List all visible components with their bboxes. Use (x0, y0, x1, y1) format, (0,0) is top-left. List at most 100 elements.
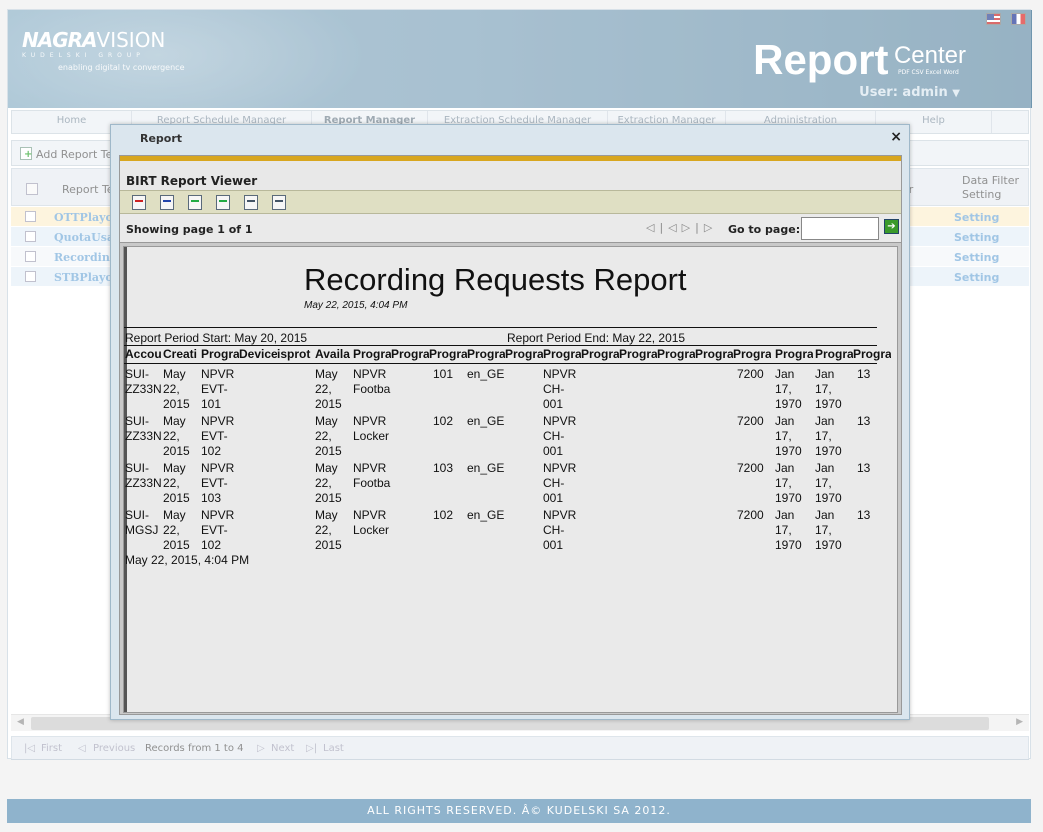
report-cell: NPVR Footba (353, 367, 391, 396)
report-column-header: Progra (467, 347, 505, 361)
report-cell: May 22, 2015 (163, 367, 190, 411)
report-dialog: Report × BIRT Report Viewer Showing page… (110, 124, 910, 720)
report-column-header: Progra (391, 347, 429, 361)
report-cell: SUI- ZZ33N (125, 367, 162, 396)
report-cell: NPVR EVT- 102 (201, 414, 235, 458)
report-divider (124, 363, 877, 364)
report-cell: Jan 17, 1970 (775, 414, 802, 458)
report-cell: NPVR Locker (353, 508, 390, 537)
report-column-header: Device (239, 347, 277, 361)
first-page-icon[interactable]: ◁| (646, 221, 668, 234)
report-cell: SUI- ZZ33N (125, 414, 162, 443)
report-cell: 101 (433, 367, 454, 381)
close-icon[interactable]: × (890, 129, 902, 145)
report-cell: Jan 17, 1970 (775, 367, 802, 411)
report-cell: Jan 17, 1970 (815, 414, 842, 458)
report-cell: 102 (433, 414, 454, 428)
parameters-icon[interactable] (160, 195, 174, 210)
report-cell: May 22, 2015 (163, 508, 190, 552)
report-cell: Jan 17, 1970 (815, 508, 842, 552)
viewer-navbar: Showing page 1 of 1 ◁|◁▷|▷ Go to page: ➔ (120, 214, 901, 243)
report-cell: NPVR Locker (353, 414, 390, 443)
report-cell: NPVR CH- 001 (543, 367, 577, 411)
report-cell: 7200 (737, 508, 764, 522)
report-column-header: Progra (853, 347, 891, 361)
report-cell: May 22, 2015 (315, 414, 342, 458)
print-icon[interactable] (244, 195, 258, 210)
report-period-end: Report Period End: May 22, 2015 (507, 331, 686, 345)
report-cell: NPVR CH- 001 (543, 508, 577, 552)
export-report-icon[interactable] (216, 195, 230, 210)
report-cell: Jan 17, 1970 (815, 461, 842, 505)
go-arrow-icon[interactable]: ➔ (884, 219, 899, 234)
report-cell: NPVR CH- 001 (543, 461, 577, 505)
report-period-start: Report Period Start: May 20, 2015 (125, 331, 308, 345)
toc-icon[interactable] (132, 195, 146, 210)
export-data-icon[interactable] (188, 195, 202, 210)
report-cell: SUI- MGSJ (125, 508, 159, 537)
report-footer-date: May 22, 2015, 4:04 PM (125, 553, 250, 567)
viewer-toolbar (120, 190, 901, 214)
report-column-header: Progra (657, 347, 695, 361)
report-cell: en_GE (467, 461, 505, 475)
previous-page-icon[interactable]: ◁ (668, 221, 681, 234)
last-page-icon[interactable]: |▷ (695, 221, 717, 234)
report-cell: Jan 17, 1970 (815, 367, 842, 411)
report-cell: 7200 (737, 461, 764, 475)
report-cell: May 22, 2015 (163, 461, 190, 505)
dialog-title: Report (140, 132, 183, 145)
page-indicator: Showing page 1 of 1 (126, 223, 253, 236)
report-cell: May 22, 2015 (315, 461, 342, 505)
report-column-header: Progra (429, 347, 467, 361)
report-column-header: Creati (163, 347, 198, 361)
page-footer: ALL RIGHTS RESERVED. Â© KUDELSKI SA 2012… (7, 799, 1031, 823)
report-cell: May 22, 2015 (163, 414, 190, 458)
report-divider (124, 345, 877, 346)
report-generated-date: May 22, 2015, 4:04 PM (304, 300, 408, 311)
report-cell: May 22, 2015 (315, 367, 342, 411)
report-cell: 102 (433, 508, 454, 522)
report-column-header: isprot (277, 347, 311, 361)
report-cell: 103 (433, 461, 454, 475)
report-cell: May 22, 2015 (315, 508, 342, 552)
report-column-header: Progra (581, 347, 619, 361)
viewer-titlebar: BIRT Report Viewer (120, 161, 901, 190)
report-cell: en_GE (467, 367, 505, 381)
report-cell: 13 (857, 367, 871, 381)
report-divider (124, 327, 877, 328)
report-cell: NPVR EVT- 103 (201, 461, 235, 505)
report-cell: SUI- ZZ33N (125, 461, 162, 490)
report-cell: NPVR Footba (353, 461, 391, 490)
goto-page-label: Go to page: (728, 223, 801, 236)
report-cell: Jan 17, 1970 (775, 508, 802, 552)
report-cell: 13 (857, 508, 871, 522)
report-column-header: Progra (775, 347, 813, 361)
report-cell: NPVR EVT- 101 (201, 367, 235, 411)
print-server-icon[interactable] (272, 195, 286, 210)
next-page-icon[interactable]: ▷ (682, 221, 695, 234)
report-cell: 7200 (737, 414, 764, 428)
viewer-title: BIRT Report Viewer (126, 174, 258, 188)
report-cell: 7200 (737, 367, 764, 381)
report-column-header: Progra (353, 347, 391, 361)
report-cell: 13 (857, 461, 871, 475)
page-nav-arrows: ◁|◁▷|▷ (646, 221, 717, 234)
report-cell: NPVR EVT- 102 (201, 508, 235, 552)
birt-report-viewer: BIRT Report Viewer Showing page 1 of 1 ◁… (119, 155, 902, 715)
report-column-header: Progra (695, 347, 733, 361)
report-column-header: Accou (125, 347, 162, 361)
report-cell: NPVR CH- 001 (543, 414, 577, 458)
report-cell: en_GE (467, 414, 505, 428)
report-column-header: Progra (543, 347, 581, 361)
report-column-header: Progra (619, 347, 657, 361)
report-column-header: Progra (733, 347, 771, 361)
report-column-header: Availa (315, 347, 350, 361)
report-title: Recording Requests Report (304, 262, 687, 297)
report-cell: 13 (857, 414, 871, 428)
report-column-header: Progra (201, 347, 239, 361)
report-cell: en_GE (467, 508, 505, 522)
report-column-header: Progra (815, 347, 853, 361)
goto-page-input[interactable] (801, 217, 879, 240)
report-cell: Jan 17, 1970 (775, 461, 802, 505)
report-page: Recording Requests Report May 22, 2015, … (123, 246, 898, 713)
